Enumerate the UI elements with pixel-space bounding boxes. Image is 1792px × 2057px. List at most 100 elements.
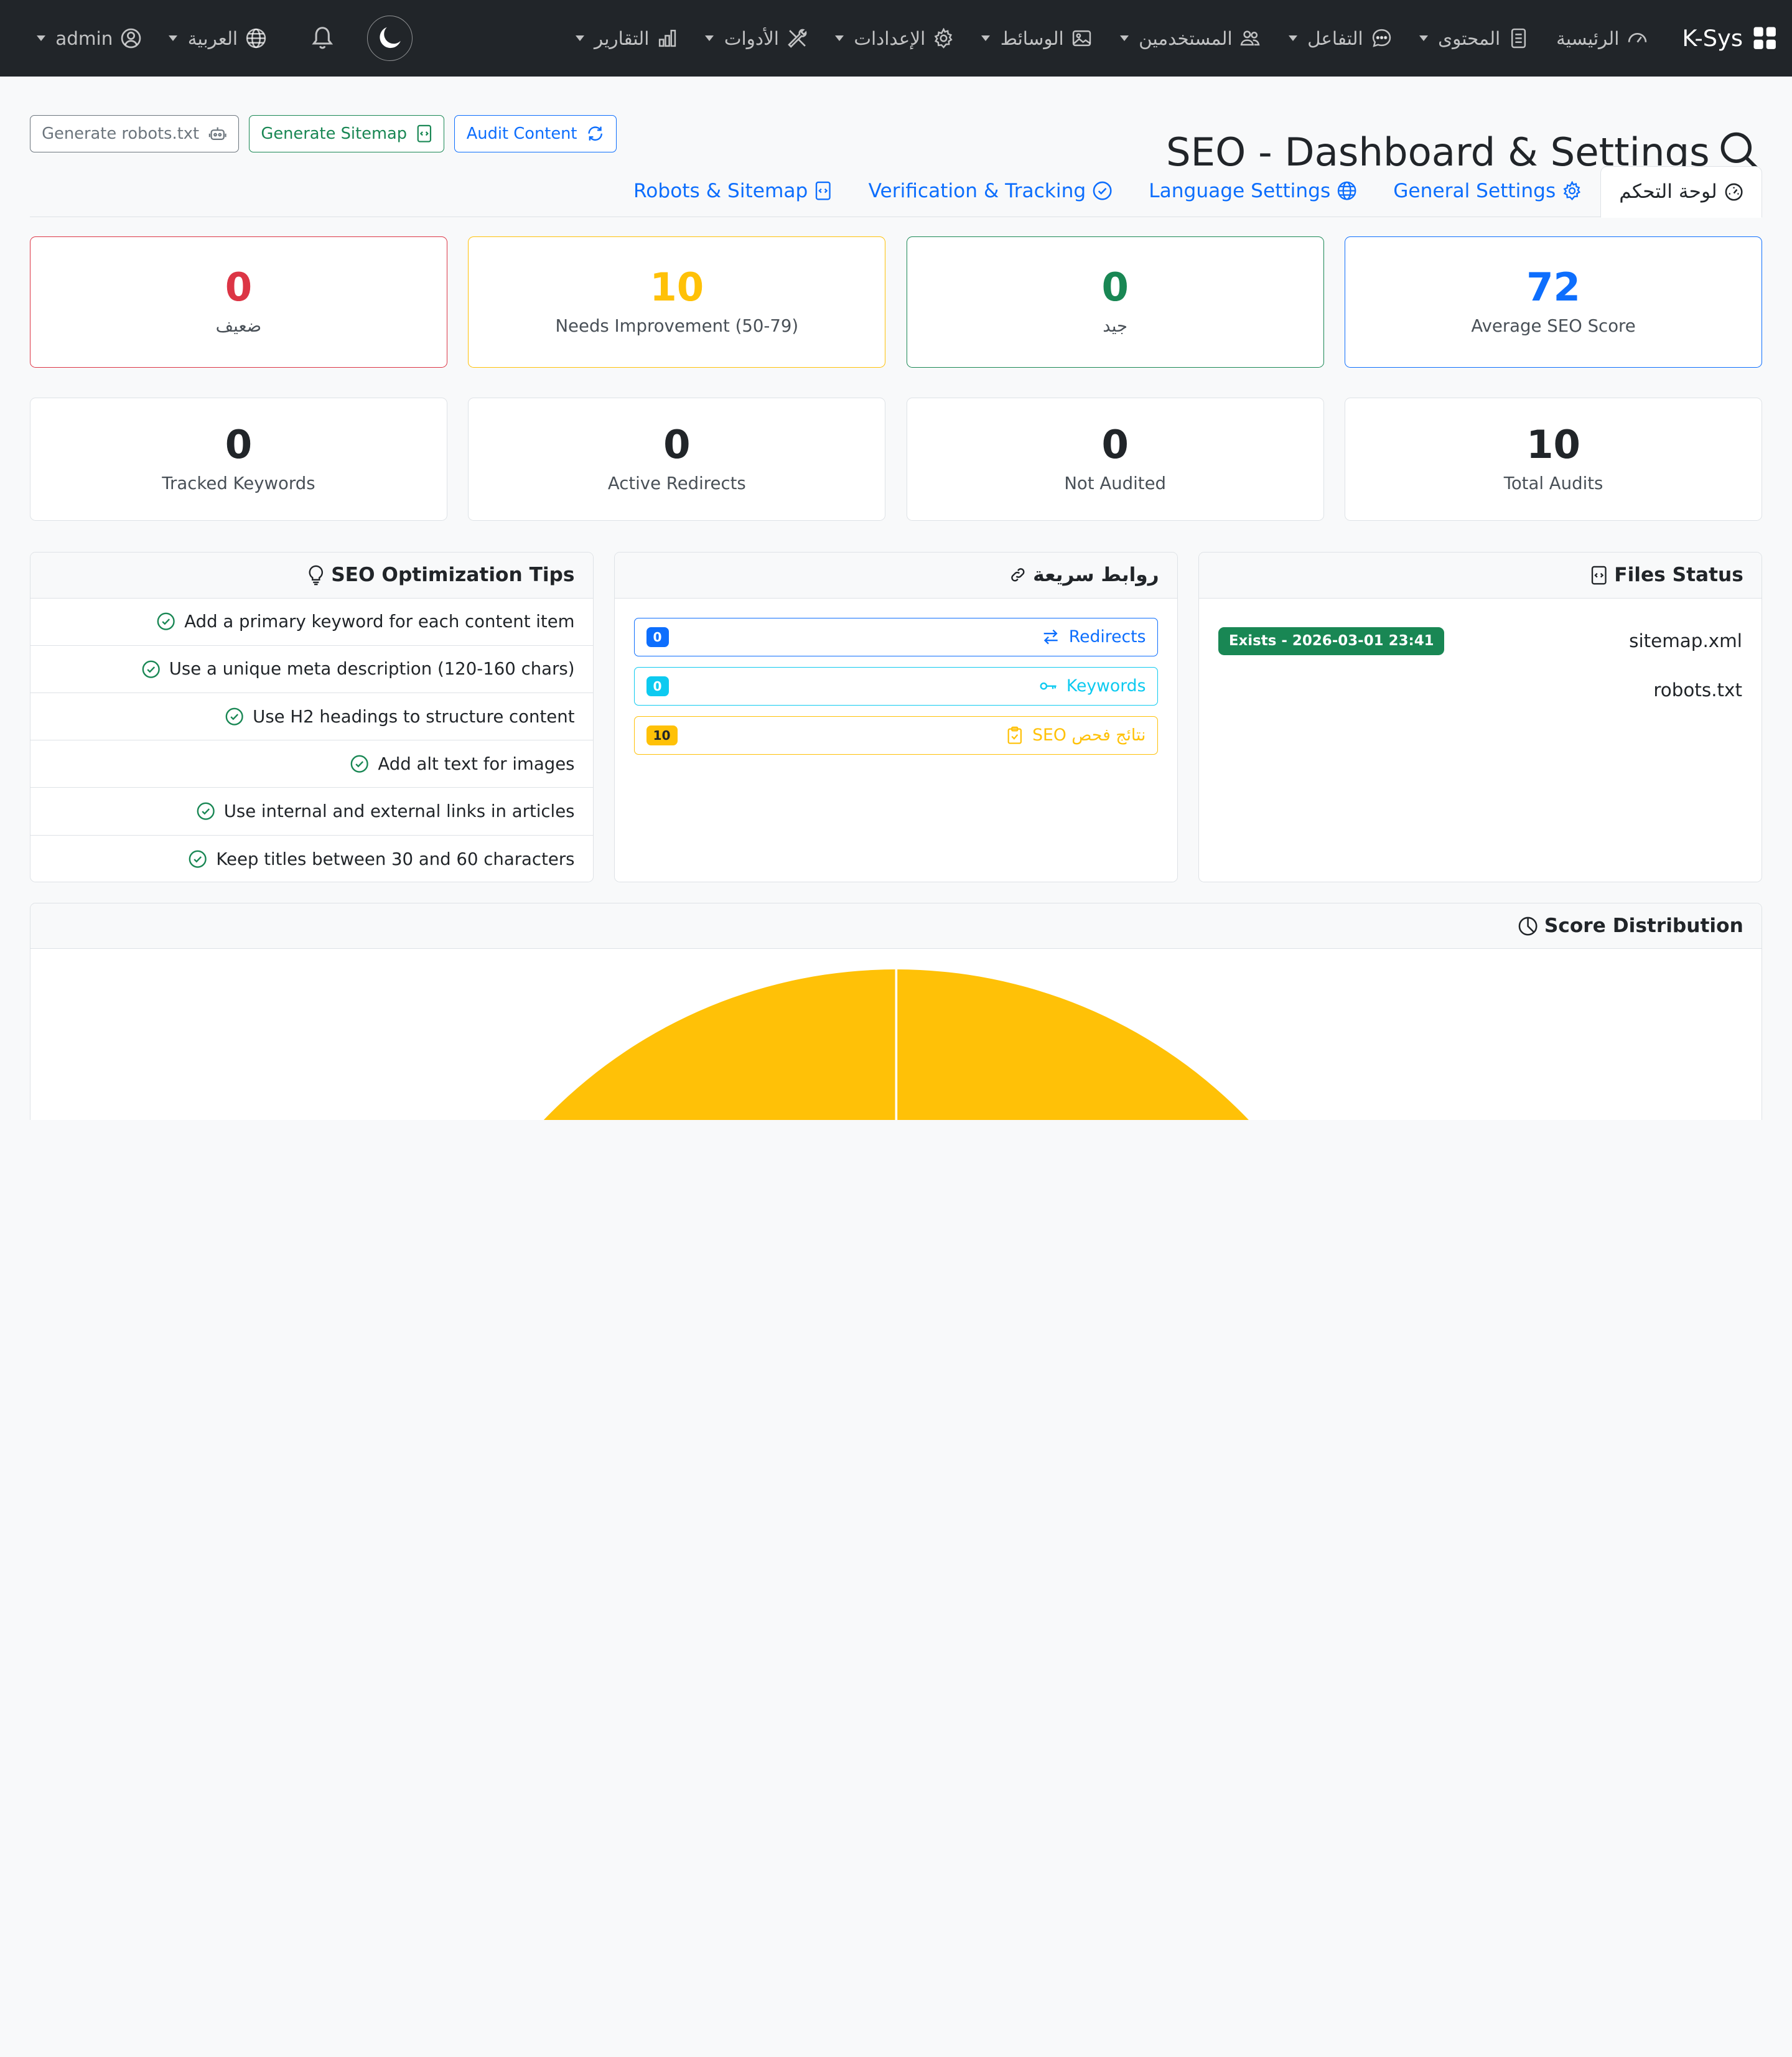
quick-links-title: روابط سريعة [1033, 564, 1159, 587]
stat-label: Active Redirects [607, 473, 746, 493]
generate-sitemap-button[interactable]: Generate Sitemap [249, 114, 444, 153]
arrows-icon [1043, 630, 1058, 645]
brand[interactable]: K-Sys [1682, 25, 1777, 52]
stat-label: Average SEO Score [1471, 316, 1636, 337]
moon-icon [380, 27, 401, 49]
language-label: العربية [187, 27, 238, 49]
caret-down-icon [36, 35, 45, 41]
files-list: sitemap.xml Exists - 2026-03-01 23:41 ro… [1199, 599, 1762, 734]
top-navbar: admin العربية K-Sys الرئيسية المحتوى الت… [0, 0, 1792, 77]
file-code-icon [417, 124, 431, 142]
stat-label: Needs Improvement (50-79) [555, 316, 799, 337]
stat-value: 0 [1101, 421, 1129, 467]
tab-verification-tracking[interactable]: Verification & Tracking [850, 165, 1131, 217]
check-circle-icon [142, 660, 160, 678]
nav-reports-label: التقارير [594, 27, 650, 49]
quick-links-panel: روابط سريعة Redirects 0 Keywords 0 نتائج… [614, 552, 1178, 882]
caret-down-icon [705, 35, 714, 41]
audit-content-label: Audit Content [466, 124, 577, 143]
file-row-robots: robots.txt [1218, 666, 1742, 715]
file-name: robots.txt [1653, 679, 1742, 701]
nav-interaction-label: التفاعل [1307, 27, 1363, 49]
tab-language-settings[interactable]: Language Settings [1131, 165, 1375, 217]
people-icon [1241, 30, 1260, 46]
tip-text: Keep titles between 30 and 60 characters [216, 849, 575, 869]
stat-card-not-audited: 0 Not Audited [906, 398, 1324, 521]
settings-tabs: لوحة التحكم General Settings Language Se… [29, 165, 1763, 218]
tip-text: Use a unique meta description (120-160 c… [169, 659, 575, 679]
link-icon [1011, 568, 1025, 582]
user-menu[interactable]: admin [23, 28, 156, 49]
nav-media[interactable]: الوسائط [968, 28, 1106, 49]
quick-link-keywords[interactable]: Keywords 0 [634, 666, 1158, 706]
tab-general-settings[interactable]: General Settings [1375, 165, 1600, 217]
stat-card-total-audits: 10 Total Audits [1344, 398, 1763, 521]
tab-dashboard[interactable]: لوحة التحكم [1600, 166, 1763, 218]
nav-users[interactable]: المستخدمين [1106, 28, 1275, 49]
quick-link-count: 0 [646, 627, 669, 647]
tip-text: Add alt text for images [378, 753, 575, 774]
stat-value: 72 [1526, 264, 1580, 310]
notifications-button[interactable] [296, 26, 348, 50]
nav-settings-label: الإعدادات [854, 27, 926, 49]
nav-tools[interactable]: الأدوات [691, 28, 821, 49]
language-menu[interactable]: العربية [155, 28, 280, 49]
tip-item: Add a primary keyword for each content i… [30, 599, 593, 646]
quick-link-label: Keywords [1066, 676, 1146, 696]
quick-link-redirects[interactable]: Redirects 0 [634, 617, 1158, 657]
quick-link-count: 0 [646, 676, 669, 696]
audit-content-button[interactable]: Audit Content [454, 114, 617, 153]
header-actions: Generate robots.txt Generate Sitemap Aud… [29, 114, 617, 153]
generate-sitemap-label: Generate Sitemap [261, 124, 408, 143]
stat-value: 10 [650, 264, 704, 310]
refresh-icon [588, 126, 603, 141]
files-status-title: Files Status [1614, 564, 1743, 587]
stat-label: جيد [1103, 316, 1128, 337]
caret-down-icon [575, 35, 584, 41]
user-name: admin [55, 27, 113, 49]
tab-robots-sitemap[interactable]: Robots & Sitemap [615, 165, 851, 217]
stat-card-tracked-keywords: 0 Tracked Keywords [29, 398, 448, 521]
nav-tools-label: الأدوات [724, 27, 779, 49]
tip-item: Keep titles between 30 and 60 characters [30, 836, 593, 882]
score-distribution-card: Score Distribution [29, 902, 1763, 1120]
info-panels: Files Status sitemap.xml Exists - 2026-0… [0, 552, 1792, 882]
tab-dashboard-label: لوحة التحكم [1619, 180, 1717, 203]
nav-home[interactable]: الرئيسية [1542, 28, 1661, 49]
tools-icon [787, 29, 807, 48]
stat-label: Not Audited [1064, 473, 1167, 493]
stats-row-counts: 10 Total Audits 0 Not Audited 0 Active R… [0, 398, 1792, 521]
theme-toggle-button[interactable] [366, 15, 413, 62]
navbar-left: admin العربية [23, 15, 424, 62]
speedometer-icon [1725, 183, 1743, 201]
tip-item: Add alt text for images [30, 740, 593, 788]
lightbulb-icon [309, 565, 323, 585]
nav-content[interactable]: المحتوى [1406, 28, 1543, 49]
nav-content-label: المحتوى [1438, 27, 1501, 49]
nav-interaction[interactable]: التفاعل [1275, 28, 1406, 49]
quick-link-label-wrap: نتائج فحص SEO [1006, 725, 1146, 745]
quick-link-seo-audits[interactable]: نتائج فحص SEO 10 [634, 716, 1158, 755]
panel-header: Score Distribution [30, 903, 1762, 949]
stat-card-average-score: 72 Average SEO Score [1344, 236, 1763, 368]
panel-header: Files Status [1199, 553, 1762, 599]
tip-item: Use a unique meta description (120-160 c… [30, 646, 593, 693]
nav-reports[interactable]: التقارير [561, 28, 691, 49]
tip-item: Use H2 headings to structure content [30, 693, 593, 741]
quick-link-label-wrap: Redirects [1042, 627, 1146, 646]
stat-card-active-redirects: 0 Active Redirects [468, 398, 886, 521]
stats-row-scores: 72 Average SEO Score 0 جيد 10 Needs Impr… [0, 236, 1792, 368]
quick-link-label: Redirects [1068, 627, 1146, 647]
bell-icon [312, 27, 333, 49]
nav-settings[interactable]: الإعدادات [821, 28, 968, 49]
file-code-icon [1591, 566, 1607, 585]
stat-value: 0 [225, 421, 253, 467]
check-circle-icon [225, 707, 243, 725]
stat-value: 10 [1526, 421, 1580, 467]
file-code-icon [816, 181, 831, 200]
bar-chart-icon [659, 29, 676, 47]
gear-icon [1563, 181, 1581, 201]
grid-icon [1753, 27, 1776, 50]
generate-robots-button[interactable]: Generate robots.txt [29, 114, 239, 153]
quick-link-label: نتائج فحص SEO [1032, 725, 1146, 745]
